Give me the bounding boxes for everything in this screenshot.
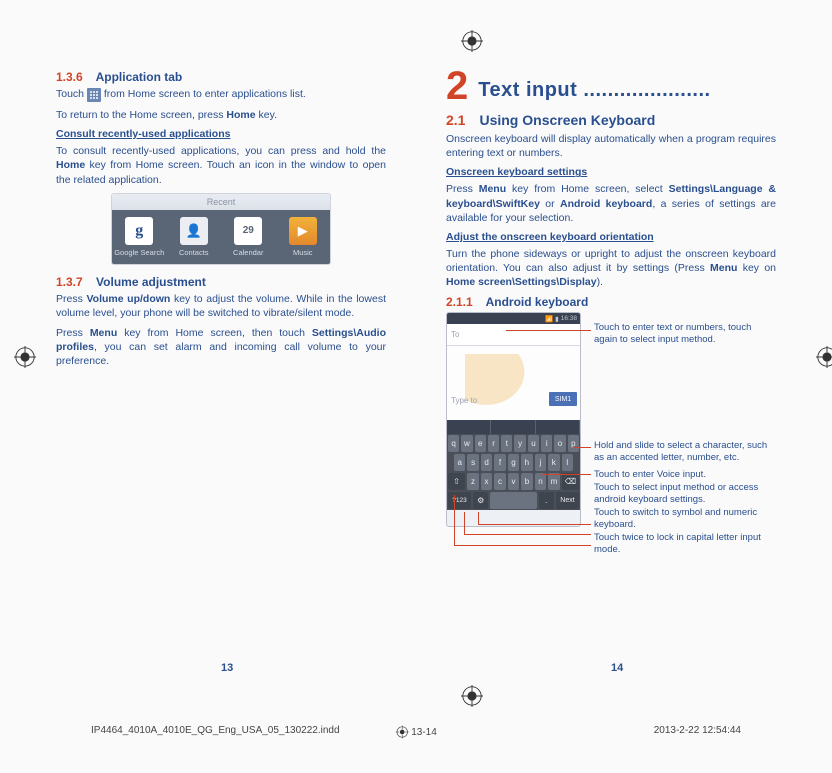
callout-text: Touch twice to lock in capital letter in… [594, 532, 774, 555]
body-text: Press Volume up/down key to adjust the v… [56, 292, 386, 320]
subheading: Consult recently-used applications [56, 128, 386, 140]
next-key: Next [556, 492, 579, 509]
chapter-title: Text input ..................... [478, 79, 710, 102]
recent-label: Recent [112, 194, 330, 210]
body-text: To return to the Home screen, press Home… [56, 108, 386, 122]
registration-mark-icon [816, 346, 832, 368]
contacts-icon: 👤 [180, 217, 208, 245]
recent-apps-figure: Recent gGoogle Search 👤Contacts 29Calend… [111, 193, 331, 265]
section-title: Volume adjustment [96, 275, 206, 289]
android-keyboard-figure: 📶▮16:38 To Type to SIM1 qwertyuiop asdfg… [446, 312, 761, 542]
keyboard: qwertyuiop asdfghjkl ⇧zxcvbnm⌫ ?123⚙.Nex… [447, 434, 580, 510]
body-text: Press Menu key from Home screen, then to… [56, 326, 386, 369]
section-1-3-7-heading: 1.3.7 Volume adjustment [56, 275, 386, 289]
calendar-icon: 29 [234, 217, 262, 245]
callout-line [541, 474, 591, 475]
key: q [448, 435, 459, 452]
space-key [490, 492, 536, 509]
body-text: Onscreen keyboard will display automatic… [446, 132, 776, 160]
type-hint: Type to [451, 396, 477, 405]
callout-line [574, 447, 591, 448]
suggestion-bar [447, 420, 580, 434]
music-icon: ▶ [289, 217, 317, 245]
callout-line [478, 524, 591, 525]
body-text: Touch from Home screen to enter applicat… [56, 87, 386, 102]
page-spread: 1.3.6 Application tab Touch from Home sc… [56, 70, 776, 542]
left-column: 1.3.6 Application tab Touch from Home sc… [56, 70, 386, 542]
chapter-heading: 2 Text input ..................... [446, 70, 776, 102]
phone-mock: 📶▮16:38 To Type to SIM1 qwertyuiop asdfg… [446, 312, 581, 527]
callout-line [506, 330, 591, 331]
to-field: To [447, 324, 580, 346]
footer-filename: IP4464_4010A_4010E_QG_Eng_USA_05_130222.… [91, 725, 340, 736]
recent-app: gGoogle Search [112, 210, 167, 264]
recent-app: 29Calendar [221, 210, 276, 264]
callout-text: Touch to select input method or access a… [594, 482, 774, 505]
chapter-number: 2 [446, 70, 468, 102]
callout-line [454, 545, 591, 546]
callout-line [464, 512, 465, 534]
registration-mark-icon [461, 685, 483, 707]
body-text: Press Menu key from Home screen, select … [446, 182, 776, 225]
section-1-3-6-heading: 1.3.6 Application tab [56, 70, 386, 84]
section-title: Application tab [96, 70, 183, 84]
recent-app: 👤Contacts [167, 210, 222, 264]
callout-line [478, 512, 479, 524]
footer-timestamp: 2013-2-22 12:54:44 [654, 725, 741, 736]
status-bar: 📶▮16:38 [447, 313, 580, 324]
section-2-1-1-heading: 2.1.1 Android keyboard [446, 295, 776, 309]
section-number: 1.3.6 [56, 70, 83, 84]
section-2-1-heading: 2.1Using Onscreen Keyboard [446, 112, 776, 128]
compose-area: Type to SIM1 [447, 346, 580, 420]
callout-line [454, 495, 455, 545]
footer-page-range: 13-14 [395, 725, 437, 739]
subheading: Onscreen keyboard settings [446, 166, 776, 178]
callout-text: Touch to enter Voice input. [594, 469, 769, 480]
body-text: Turn the phone sideways or upright to ad… [446, 247, 776, 290]
settings-key: ⚙ [473, 492, 488, 509]
delete-key: ⌫ [562, 473, 579, 490]
hand-pointer-icon [465, 354, 535, 414]
apps-grid-icon [87, 88, 101, 102]
shift-key: ⇧ [448, 473, 465, 490]
google-icon: g [125, 217, 153, 245]
period-key: . [539, 492, 554, 509]
section-number: 1.3.7 [56, 275, 83, 289]
body-text: To consult recently-used applications, y… [56, 144, 386, 187]
symbols-key: ?123 [448, 492, 471, 509]
registration-mark-icon [461, 30, 483, 52]
sim-tab: SIM1 [549, 392, 577, 406]
registration-mark-icon [14, 346, 36, 368]
callout-text: Touch to switch to symbol and numeric ke… [594, 507, 774, 530]
callout-text: Touch to enter text or numbers, touch ag… [594, 322, 764, 345]
print-footer: IP4464_4010A_4010E_QG_Eng_USA_05_130222.… [91, 725, 741, 736]
recent-app: ▶Music [276, 210, 331, 264]
subheading: Adjust the onscreen keyboard orientation [446, 231, 776, 243]
right-column: 2 Text input ..................... 2.1Us… [446, 70, 776, 542]
callout-text: Hold and slide to select a character, su… [594, 440, 769, 463]
callout-line [464, 534, 591, 535]
